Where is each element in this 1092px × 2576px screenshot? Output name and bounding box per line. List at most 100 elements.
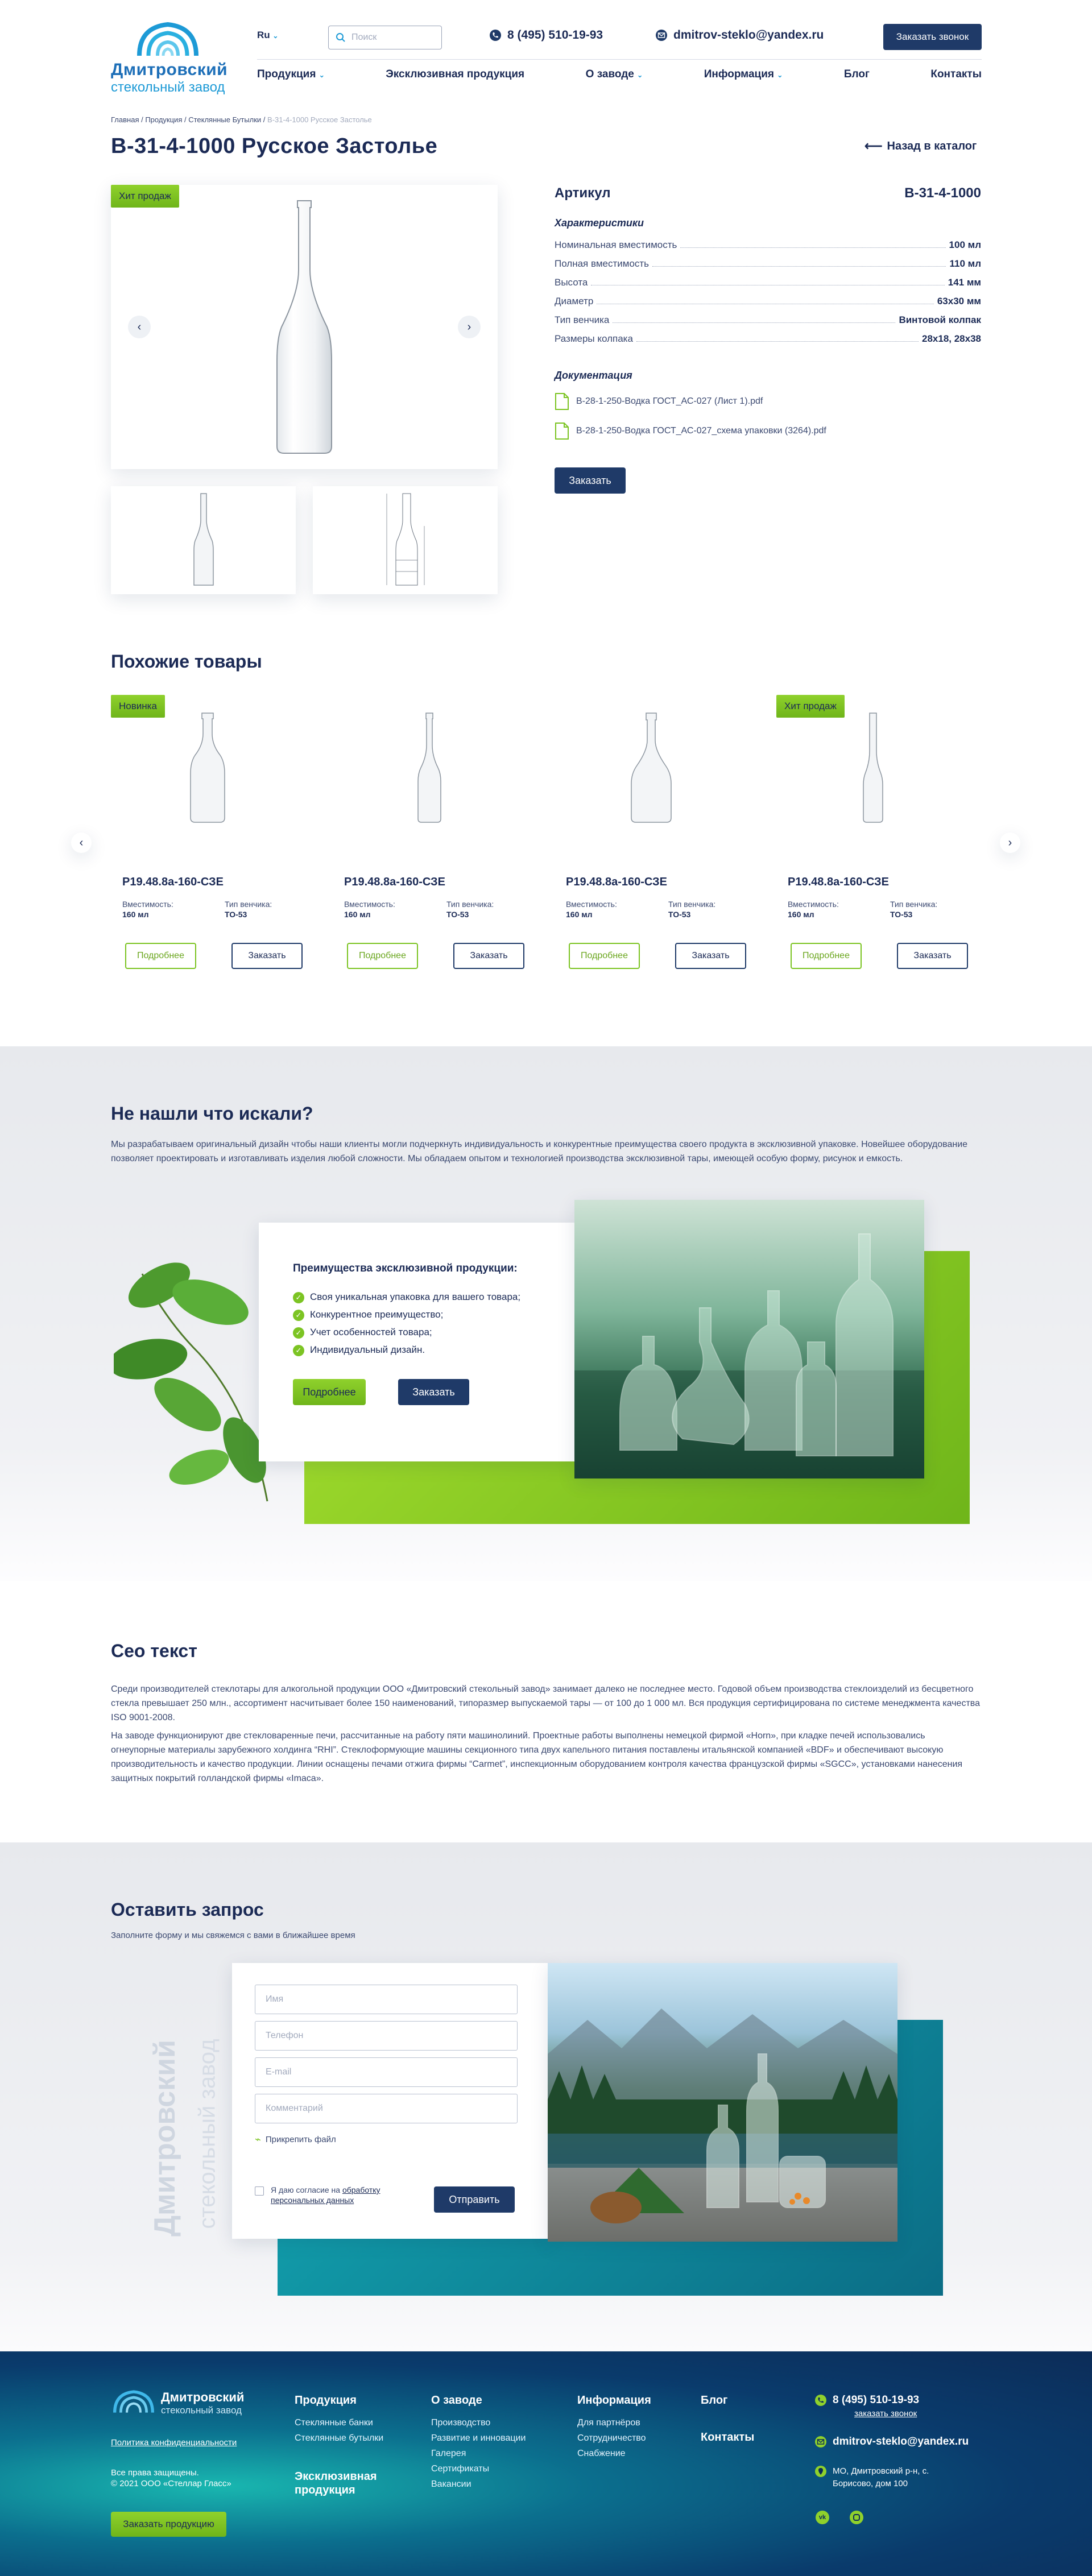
header-phone[interactable]: 8 (495) 510-19-93 bbox=[489, 28, 603, 42]
footer-email[interactable]: dmitrov-steklo@yandex.ru bbox=[814, 2436, 985, 2448]
capacity-label: Вместимость: bbox=[344, 900, 395, 909]
footer-heading[interactable]: О заводе bbox=[431, 2394, 556, 2407]
breadcrumb: Главная / Продукция / Стеклянные Бутылки… bbox=[111, 115, 372, 124]
footer-link[interactable]: Для партнёров bbox=[577, 2415, 691, 2430]
neck-value: ТО-53 bbox=[890, 910, 913, 919]
search-placeholder: Поиск bbox=[351, 32, 377, 42]
order-button[interactable]: Заказать bbox=[555, 467, 626, 494]
similar-product-card: Хит продаж Р19.48.8а-160-СЗЕ Вместимость… bbox=[776, 695, 970, 979]
callback-button[interactable]: Заказать звонок bbox=[883, 24, 982, 50]
doc-link[interactable]: В-28-1-250-Водка ГОСТ_АС-027 (Лист 1).pd… bbox=[555, 392, 763, 411]
neck-label: Тип венчика: bbox=[668, 900, 716, 909]
footer-link[interactable]: Снабжение bbox=[577, 2446, 691, 2461]
file-icon bbox=[555, 423, 569, 440]
breadcrumb-current: В-31-4-1000 Русское Застолье bbox=[267, 115, 372, 124]
search-icon bbox=[336, 33, 345, 42]
gallery-next-button[interactable]: › bbox=[458, 316, 481, 338]
footer-callback-link[interactable]: заказать звонок bbox=[854, 2409, 985, 2418]
doc-link[interactable]: В-28-1-250-Водка ГОСТ_АС-027_схема упако… bbox=[555, 422, 826, 440]
lang-switcher[interactable]: Ru ⌄ bbox=[257, 30, 278, 41]
footer-link[interactable]: Сертификаты bbox=[431, 2461, 556, 2476]
attach-file[interactable]: ⌁ Прикрепить файл bbox=[255, 2134, 336, 2146]
badge-hit: Хит продаж bbox=[111, 185, 179, 208]
order-button[interactable]: Заказать bbox=[231, 943, 303, 969]
badge-new: Новинка bbox=[111, 695, 165, 718]
footer-link[interactable]: Стеклянные банки bbox=[295, 2415, 408, 2430]
footer-logo-top: Дмитровский bbox=[161, 2390, 245, 2404]
nav-about[interactable]: О заводе ⌄ bbox=[586, 68, 643, 81]
comment-field[interactable]: Комментарий bbox=[255, 2094, 518, 2123]
order-button[interactable]: Заказать bbox=[897, 943, 968, 969]
capacity-label: Вместимость: bbox=[788, 900, 839, 909]
footer-link[interactable]: Развитие и инновации bbox=[431, 2430, 556, 2446]
phone-field[interactable]: Телефон bbox=[255, 2021, 518, 2051]
privacy-link[interactable]: Политика конфиденциальности bbox=[111, 2438, 237, 2447]
carousel-prev-button[interactable]: ‹ bbox=[71, 833, 92, 853]
logo[interactable]: Дмитровский стекольный завод bbox=[111, 16, 242, 96]
order-button[interactable]: Заказать bbox=[453, 943, 524, 969]
order-button[interactable]: Заказать bbox=[675, 943, 746, 969]
footer-link[interactable]: Производство bbox=[431, 2415, 556, 2430]
more-button[interactable]: Подробнее bbox=[569, 943, 640, 969]
article-label: Артикул bbox=[555, 185, 611, 201]
more-button[interactable]: Подробнее bbox=[347, 943, 418, 969]
nav-info[interactable]: Информация ⌄ bbox=[704, 68, 783, 81]
more-button[interactable]: Подробнее bbox=[791, 943, 862, 969]
advantage-item: ✓ Учет особенностей товара; bbox=[293, 1323, 520, 1341]
footer-heading[interactable]: Эксклюзивная продукция bbox=[295, 2470, 386, 2497]
product-name[interactable]: Р19.48.8а-160-СЗЕ bbox=[788, 876, 889, 889]
similar-product-card: Р19.48.8а-160-СЗЕ Вместимость: 160 мл Ти… bbox=[333, 695, 526, 979]
request-section: Оставить запрос Заполните форму и мы свя… bbox=[0, 1842, 1092, 2351]
footer-heading[interactable]: Продукция bbox=[295, 2394, 408, 2407]
nav-products[interactable]: Продукция ⌄ bbox=[257, 68, 325, 81]
product-name[interactable]: Р19.48.8а-160-СЗЕ bbox=[122, 876, 224, 889]
consent-checkbox[interactable] bbox=[255, 2186, 264, 2196]
instagram-icon[interactable] bbox=[850, 2511, 863, 2524]
thumbnail-photo[interactable] bbox=[111, 486, 296, 594]
logo-text-bottom: стекольный завод bbox=[111, 80, 225, 95]
carousel-next-button[interactable]: › bbox=[1000, 833, 1020, 853]
email-field[interactable]: E-mail bbox=[255, 2057, 518, 2087]
product-name[interactable]: Р19.48.8а-160-СЗЕ bbox=[344, 876, 445, 889]
similar-product-card: Р19.48.8а-160-СЗЕ Вместимость: 160 мл Ти… bbox=[555, 695, 748, 979]
more-button[interactable]: Подробнее bbox=[125, 943, 196, 969]
thumbnail-drawing[interactable] bbox=[313, 486, 498, 594]
search-input[interactable]: Поиск bbox=[328, 26, 442, 49]
site-footer: Дмитровский стекольный завод Политика ко… bbox=[0, 2351, 1092, 2576]
submit-button[interactable]: Отправить bbox=[434, 2186, 515, 2213]
footer-heading[interactable]: Контакты bbox=[701, 2431, 786, 2444]
article-value: В-31-4-1000 bbox=[904, 185, 981, 201]
product-name[interactable]: Р19.48.8а-160-СЗЕ bbox=[566, 876, 667, 889]
footer-link[interactable]: Галерея bbox=[431, 2446, 556, 2461]
breadcrumb-path[interactable]: Главная / Продукция / Стеклянные Бутылки… bbox=[111, 115, 265, 124]
nav-blog[interactable]: Блог bbox=[844, 68, 870, 81]
footer-link[interactable]: Сотрудничество bbox=[577, 2430, 691, 2446]
footer-link[interactable]: Стеклянные бутылки bbox=[295, 2430, 408, 2446]
seo-paragraph: На заводе функционируют две стекловаренн… bbox=[111, 1731, 963, 1783]
more-button[interactable]: Подробнее bbox=[293, 1379, 366, 1405]
nav-contacts[interactable]: Контакты bbox=[930, 68, 982, 81]
gallery-prev-button[interactable]: ‹ bbox=[128, 316, 151, 338]
footer-logo[interactable]: Дмитровский стекольный завод bbox=[111, 2386, 247, 2425]
nav-exclusive[interactable]: Эксклюзивная продукция bbox=[386, 68, 524, 81]
neck-label: Тип венчика: bbox=[890, 900, 938, 909]
order-products-button[interactable]: Заказать продукцию bbox=[111, 2512, 226, 2537]
footer-logo-bottom: стекольный завод bbox=[161, 2405, 242, 2416]
capacity-value: 160 мл bbox=[788, 910, 814, 919]
footer-heading[interactable]: Блог bbox=[701, 2394, 786, 2407]
footer-link[interactable]: Вакансии bbox=[431, 2476, 556, 2492]
forest-bottles-image bbox=[548, 2008, 897, 2223]
specs-title: Характеристики bbox=[555, 217, 644, 229]
logo-text-top: Дмитровский bbox=[111, 60, 228, 79]
neck-value: ТО-53 bbox=[225, 910, 247, 919]
vk-icon[interactable]: vk bbox=[816, 2511, 829, 2524]
header-email[interactable]: dmitrov-steklo@yandex.ru bbox=[655, 28, 824, 42]
spec-row: Тип венчика Винтовой колпак bbox=[555, 314, 981, 325]
check-icon: ✓ bbox=[293, 1344, 304, 1356]
order-button[interactable]: Заказать bbox=[398, 1379, 469, 1405]
footer-heading[interactable]: Информация bbox=[577, 2394, 691, 2407]
footer-phone[interactable]: 8 (495) 510-19-93 bbox=[814, 2394, 985, 2407]
name-field[interactable]: Имя bbox=[255, 1985, 518, 2014]
back-to-catalog[interactable]: ⟵ Назад в каталог bbox=[864, 139, 977, 154]
spec-row: Высота 141 мм bbox=[555, 277, 981, 288]
